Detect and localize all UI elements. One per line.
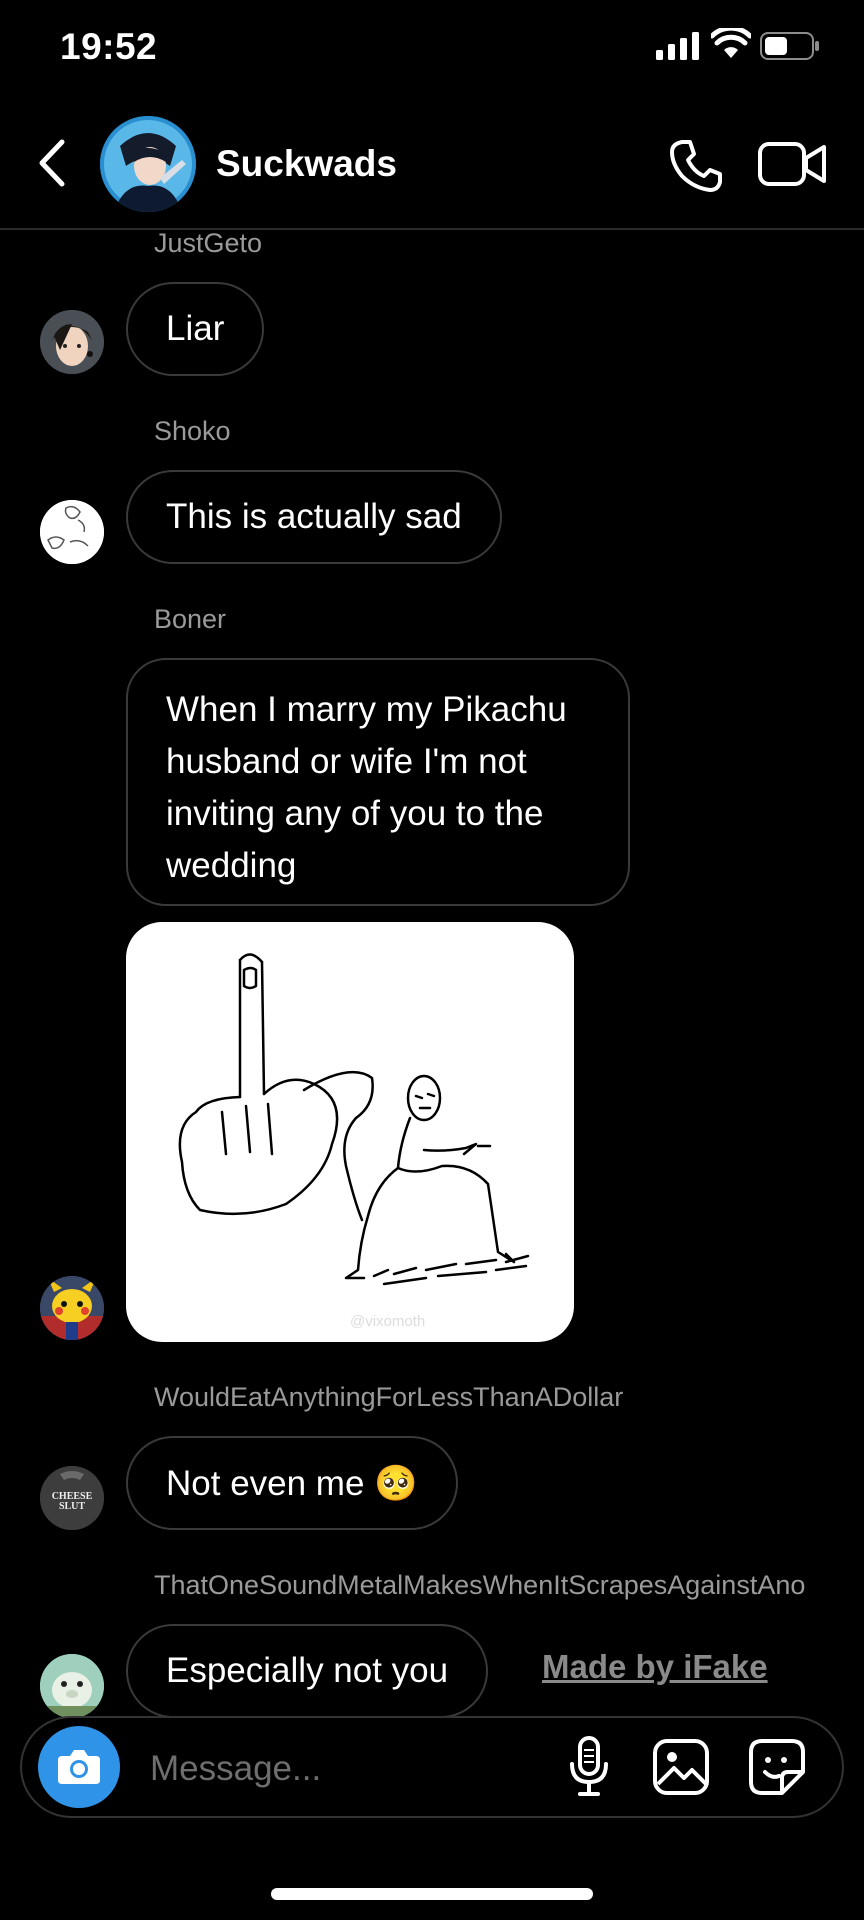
- message-bubble[interactable]: Liar: [126, 282, 265, 376]
- back-icon[interactable]: [34, 138, 70, 188]
- made-by-watermark[interactable]: Made by iFake: [542, 1648, 768, 1686]
- video-camera-icon[interactable]: [758, 140, 826, 188]
- message-text: When I marry my Pikachu husband or wife …: [166, 690, 567, 885]
- message-text: Liar: [166, 309, 225, 348]
- sticker-icon[interactable]: [748, 1738, 806, 1796]
- battery-icon: [760, 32, 819, 60]
- gallery-icon[interactable]: [652, 1738, 710, 1796]
- message-bubble[interactable]: Not even me 🥺: [126, 1436, 458, 1530]
- avatar-metal[interactable]: [40, 1654, 104, 1718]
- group-name[interactable]: Suckwads: [216, 143, 397, 185]
- sender-name: Shoko: [154, 416, 231, 446]
- sender-name: ThatOneSoundMetalMakesWhenItScrapesAgain…: [154, 1570, 806, 1600]
- image-message[interactable]: @vixomoth: [126, 922, 574, 1342]
- sender-name: JustGeto: [154, 228, 263, 258]
- message-bubble[interactable]: When I marry my Pikachu husband or wife …: [126, 658, 630, 906]
- message-bubble[interactable]: Especially not you: [126, 1624, 489, 1718]
- phone-icon[interactable]: [668, 138, 724, 194]
- message-text: Not even me 🥺: [166, 1463, 418, 1503]
- signal-icon: [656, 32, 699, 60]
- wifi-icon: [711, 28, 751, 58]
- message-bubble[interactable]: This is actually sad: [126, 470, 502, 564]
- avatar-boner[interactable]: [40, 1276, 104, 1340]
- avatar-cheese[interactable]: CHEESE SLUT: [40, 1466, 104, 1530]
- home-indicator[interactable]: [271, 1888, 593, 1900]
- avatar-shoko[interactable]: [40, 500, 104, 564]
- sender-name: WouldEatAnythingForLessThanADollar: [154, 1382, 624, 1412]
- image-watermark-text: @vixomoth: [350, 1313, 425, 1330]
- microphone-icon[interactable]: [566, 1736, 612, 1798]
- camera-button[interactable]: [38, 1726, 120, 1808]
- avatar-shirt-text: SLUT: [59, 1501, 85, 1512]
- avatar-justgeto[interactable]: [40, 310, 104, 374]
- sender-name: Boner: [154, 604, 227, 634]
- status-time: 19:52: [60, 26, 158, 67]
- header-divider: [0, 228, 864, 230]
- message-input[interactable]: [150, 1745, 530, 1793]
- meme-drawing: @vixomoth: [178, 953, 530, 1330]
- message-text: Especially not you: [166, 1651, 449, 1690]
- group-avatar[interactable]: [100, 116, 196, 212]
- camera-icon: [58, 1750, 100, 1784]
- message-text: This is actually sad: [166, 497, 462, 536]
